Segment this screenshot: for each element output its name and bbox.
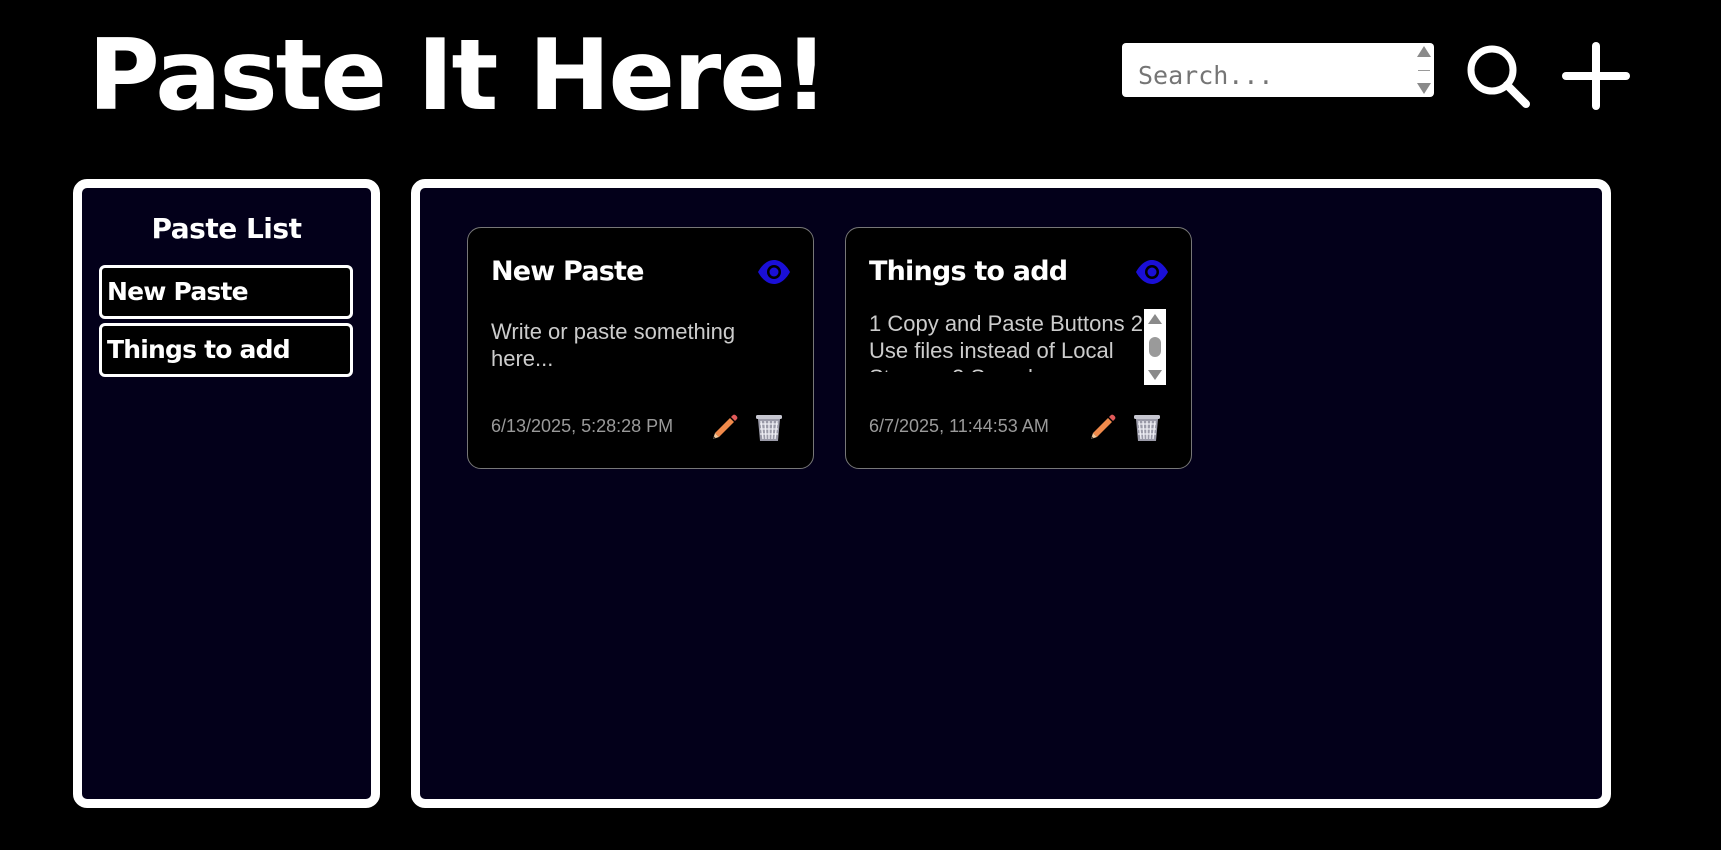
trash-icon[interactable] [754,411,784,443]
paste-card-title: New Paste [491,256,644,287]
paste-grid-panel: New Paste Write or paste something here.… [411,179,1611,808]
paste-card: Things to add 1 Copy and Paste Buttons 2… [845,227,1192,469]
paste-card-body[interactable]: Write or paste something here... [491,318,761,380]
trash-icon[interactable] [1132,411,1162,443]
paste-list-sidebar: Paste List New Paste Things to add [73,179,380,808]
paste-card-title: Things to add [869,256,1068,287]
paste-card-date: 6/13/2025, 5:28:28 PM [491,416,674,436]
sidebar-heading: Paste List [151,212,302,245]
plus-icon [1562,42,1630,110]
paste-card: New Paste Write or paste something here.… [467,227,814,469]
paste-body-scrollbar[interactable] [1144,309,1166,385]
scroll-thumb[interactable] [1149,337,1161,357]
eye-icon[interactable] [757,260,791,284]
page-title: Paste It Here! [88,19,828,133]
add-paste-button[interactable] [1560,40,1632,112]
search-box[interactable] [1122,43,1434,97]
search-input[interactable] [1122,43,1418,97]
paste-card-body[interactable]: 1 Copy and Paste Buttons 2 Use files ins… [869,310,1144,372]
scroll-down-icon[interactable] [1148,370,1162,380]
search-scroll-arrows[interactable] [1416,46,1432,94]
search-button[interactable] [1462,40,1534,112]
sidebar-item-new-paste[interactable]: New Paste [99,265,353,319]
pencil-icon[interactable] [1088,412,1118,442]
eye-icon[interactable] [1135,260,1169,284]
paste-card-date: 6/7/2025, 11:44:53 AM [869,416,1049,436]
scroll-divider [1418,69,1430,71]
pencil-icon[interactable] [710,412,740,442]
sidebar-item-things-to-add[interactable]: Things to add [99,323,353,377]
scroll-down-icon[interactable] [1417,83,1431,94]
search-icon [1467,45,1530,108]
scroll-up-icon[interactable] [1417,46,1431,57]
scroll-up-icon[interactable] [1148,314,1162,324]
